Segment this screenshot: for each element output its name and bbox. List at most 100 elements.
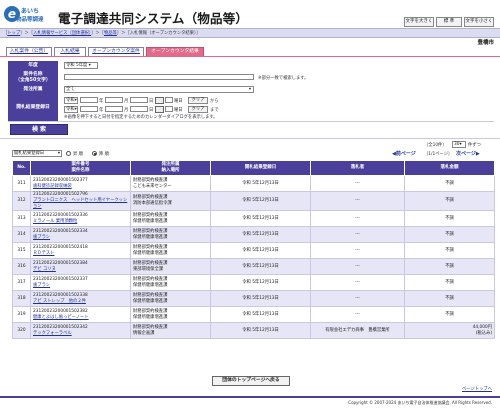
to-month-input[interactable] — [105, 106, 123, 112]
calendar-icon[interactable] — [155, 106, 164, 113]
from-day-input[interactable] — [130, 97, 148, 103]
table-row: 315 23120023200001502418 ＲＤテスト 財務部契約検査課 保健所健… — [12, 242, 495, 259]
row-amount: 不調 — [404, 274, 495, 291]
header-date: 開札結果登録日 — [210, 160, 311, 176]
row-no: 320 — [12, 322, 31, 339]
row-item: 23120023200001502342 テックフォーラベル — [30, 322, 131, 339]
row-department: 財務部契約検査課 東部環境保全課 — [130, 258, 211, 275]
row-department: 財務部契約検査課 こども未来センター — [130, 175, 211, 192]
name-input[interactable] — [64, 74, 254, 80]
item-name-link[interactable]: 歯ブラシ — [33, 283, 128, 289]
calendar-icon[interactable] — [155, 97, 164, 104]
sort-desc-label: 降 順 — [99, 152, 109, 157]
delivery-place: 消防本部通信指令課 — [133, 201, 172, 206]
amount-value: 不調 — [445, 247, 454, 253]
amount-value: 不調 — [445, 215, 454, 221]
row-item: 23120023200001502418 ＲＤテスト — [30, 242, 131, 259]
row-item: 23120023200001502336 ミラノール 業用頂顆粒 — [30, 210, 131, 227]
table-row: 318 23120023200001502338 アピ ストレップ 他の２件 財務部契… — [12, 290, 495, 307]
header: e あいち 物品等調達 電子調達共同システム（物品等） 文字を大きく 標 準 文… — [0, 0, 500, 28]
sort-desc-radio[interactable] — [92, 151, 97, 156]
row-name: 案件名称 （全角50文字） ※部分一致で検索します。 — [8, 71, 494, 86]
row-item: 23120023200001502377 歯科健診記録収納袋 — [30, 175, 131, 192]
chevron-down-icon: ▾ — [57, 151, 60, 156]
row-item: 23120023200001502337 歯ブラシ — [30, 274, 131, 291]
tab-underline — [0, 56, 500, 57]
row-department: 財務部契約検査課 保健所健康増進課 — [130, 210, 211, 227]
sort-asc-radio[interactable] — [66, 151, 71, 156]
year-select[interactable]: 令和 5年度 ▾ — [64, 62, 98, 69]
row-amount: 不調 — [404, 242, 495, 259]
breadcrumb-current: 入札情報（オープンカウンタ結果） — [129, 31, 197, 36]
row-no: 314 — [12, 226, 31, 243]
font-small-button[interactable]: 文字を小さく — [464, 17, 494, 27]
logo-line2: 物品等調達 — [16, 17, 44, 23]
from-year-input[interactable] — [80, 97, 98, 103]
back-to-top-button[interactable]: 団体のトップページへ戻る — [212, 376, 290, 386]
search-button[interactable]: 検 索 — [10, 124, 68, 135]
department-select[interactable]: 全て ▾ — [64, 86, 254, 93]
to-label: まで — [210, 108, 219, 113]
from-day-unit: 日 — [149, 99, 154, 104]
prev-page-label: 前ページ — [395, 151, 416, 157]
item-name-link[interactable]: 歯ブラシ — [33, 235, 128, 241]
row-department: 財務部契約検査課 情報企画課 — [130, 322, 211, 339]
font-standard-button[interactable]: 標 準 — [436, 17, 462, 27]
delivery-place: 東部環境保全課 — [133, 266, 164, 272]
prev-page-link[interactable]: ◀前ページ — [392, 150, 416, 157]
delivery-place: 保健所健康増進課 — [133, 250, 168, 256]
page-top-link[interactable]: ページトップへ — [462, 386, 492, 392]
breadcrumb-service[interactable]: 入札情報サービス（団体選択） — [33, 31, 91, 36]
row-item: 23120023200001502334 歯ブラシ — [30, 226, 131, 243]
from-label: から — [210, 99, 219, 104]
from-era-select[interactable]: 令和▾ — [64, 97, 78, 104]
per-page-select[interactable]: 30▾ — [452, 141, 466, 148]
breadcrumb-bar: ［トップ］＞［入札情報サービス（団体選択）］＞［物品等］＞［入札情報（オープンカ… — [0, 28, 500, 38]
row-amount: 不調 — [404, 306, 495, 323]
item-name-link[interactable]: プラントロニクス ヘッドセット用イヤークッション — [33, 198, 128, 210]
page-info: （1/1ページ） — [424, 152, 453, 157]
next-arrow-icon: ▶ — [475, 151, 480, 157]
item-name-link[interactable]: デビ コリヌ — [33, 267, 128, 273]
next-page-link[interactable]: 次ページ▶ — [456, 150, 480, 157]
item-name-link[interactable]: ミラノール 業用頂顆粒 — [33, 219, 128, 225]
date-note: ※画像を押下すると日付を指定するためのカレンダーダイアログを表示します。 — [64, 115, 218, 120]
site-logo[interactable]: e あいち 物品等調達 — [4, 6, 48, 24]
chevron-down-icon: ▾ — [248, 87, 251, 92]
from-weekday-label: 曜日 — [174, 99, 183, 104]
row-date: 令和 5年12月13日 — [210, 290, 311, 307]
name-note: ※部分一致で検索します。 — [258, 76, 309, 81]
row-amount: 不調 — [404, 175, 495, 192]
amount-value: 不調 — [445, 295, 454, 301]
item-name-link[interactable]: 歯科健診記録収納袋 — [33, 184, 128, 190]
name-label-text: 案件名称 （全角50文字） — [15, 72, 51, 83]
table-row: 317 23120023200001502337 歯ブラシ 財務部契約検査課 保健所健康… — [12, 274, 495, 291]
item-name-link[interactable]: 健康とよはし歯っピーノート — [33, 315, 128, 321]
breadcrumb: ［トップ］＞［入札情報サービス（団体選択）］＞［物品等］＞［入札情報（オープンカ… — [3, 31, 201, 36]
from-clear-button[interactable]: クリア — [188, 97, 208, 104]
breadcrumb-top[interactable]: トップ — [7, 31, 20, 36]
row-date: 令和 5年12月13日 — [210, 306, 311, 323]
item-name-link[interactable]: ＲＤテスト — [33, 251, 128, 257]
table-header-row: No. 案件番号 案件名称 発注所属 納入場所 開札結果登録日 落札者 落札金額 — [12, 160, 495, 176]
results-table: No. 案件番号 案件名称 発注所属 納入場所 開札結果登録日 落札者 落札金額… — [12, 160, 495, 339]
to-clear-button[interactable]: クリア — [188, 106, 208, 113]
amount-value: 不調 — [445, 279, 454, 285]
to-year-input[interactable] — [80, 106, 98, 112]
sort-field-select[interactable]: 開札結果登録日 ▾ — [12, 150, 62, 157]
from-month-input[interactable] — [105, 97, 123, 103]
amount-value: 不調 — [445, 231, 454, 237]
result-count: （全10件） — [424, 143, 447, 148]
row-department: 財務部契約検査課 消防本部通信指令課 — [130, 191, 211, 211]
item-name-link[interactable]: アピ ストレップ 他の２件 — [33, 299, 128, 305]
item-name-link[interactable]: テックフォーラベル — [33, 331, 128, 337]
font-large-button[interactable]: 文字を大きく — [404, 17, 434, 27]
municipality-name: 豊橋市 — [477, 40, 494, 46]
to-day-input[interactable] — [130, 106, 148, 112]
delivery-place: 保健所健康増進課 — [133, 218, 168, 224]
breadcrumb-goods[interactable]: 物品等 — [104, 31, 117, 36]
row-no: 317 — [12, 274, 31, 291]
to-era-select[interactable]: 令和▾ — [64, 106, 78, 113]
table-row: 319 23120023200001502382 健康とよはし歯っピーノート 財務部契… — [12, 306, 495, 323]
amount-value: 不調 — [445, 263, 454, 269]
